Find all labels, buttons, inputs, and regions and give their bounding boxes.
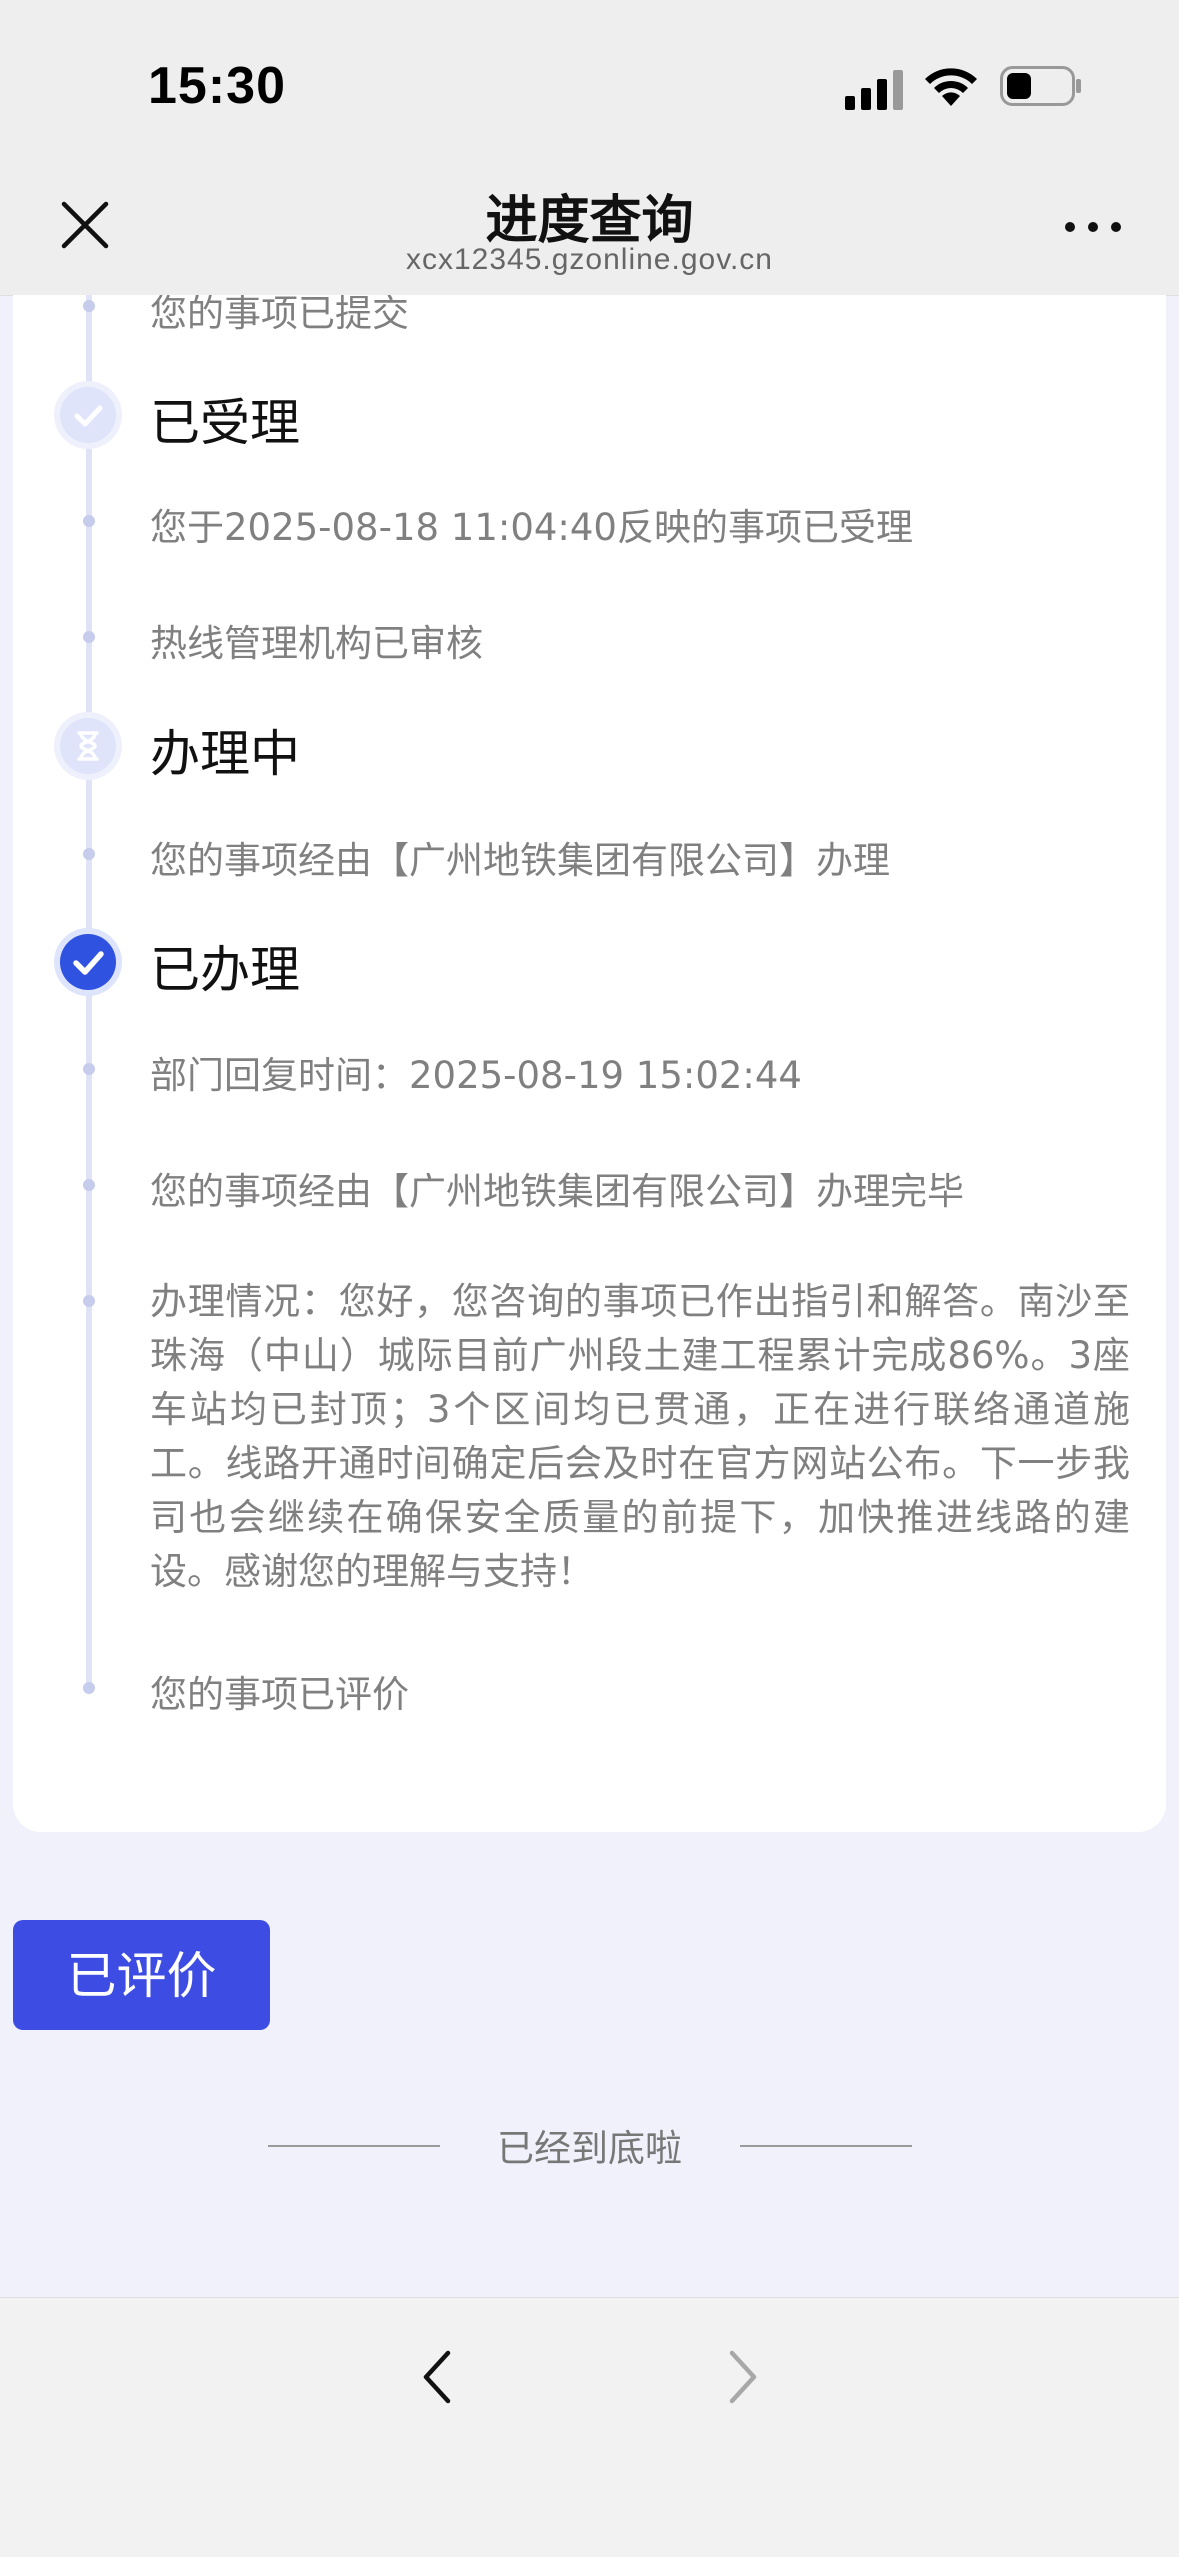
forward-arrow-icon[interactable]: [722, 2347, 762, 2407]
more-menu-icon[interactable]: [1065, 210, 1121, 240]
page-url: xcx12345.gzonline.gov.cn: [405, 243, 773, 276]
page-title: 进度查询: [485, 191, 694, 251]
timeline-item: 您于2025-08-18 11:04:40反映的事项已受理: [150, 506, 913, 549]
timeline-dot: [83, 1063, 95, 1075]
handling-details: 办理情况：您好，您咨询的事项已作出指引和解答。南沙至珠海（中山）城际目前广州段土…: [150, 1280, 1130, 1593]
timeline-dot: [83, 300, 95, 312]
rated-button[interactable]: 已评价: [13, 1920, 270, 2030]
timeline-item: 热线管理机构已审核: [150, 622, 483, 665]
stage-title-done: 已办理: [150, 941, 300, 999]
bottom-toolbar: [0, 2297, 1179, 2557]
timeline-item: 您的事项经由【广州地铁集团有限公司】办理完毕: [150, 1170, 964, 1213]
stage-title-processing: 办理中: [150, 725, 300, 783]
check-circle-icon: [60, 387, 116, 443]
hourglass-icon: [60, 718, 116, 774]
back-arrow-icon[interactable]: [418, 2347, 458, 2407]
stage-title-accepted: 已受理: [150, 394, 300, 452]
timeline-item: 您的事项经由【广州地铁集团有限公司】办理: [150, 839, 890, 882]
cellular-signal-icon: [845, 70, 903, 110]
timeline-item: 您的事项已评价: [150, 1673, 409, 1716]
reply-time: 部门回复时间：2025-08-19 15:02:44: [150, 1054, 802, 1097]
timeline-dot: [83, 631, 95, 643]
check-circle-filled-icon: [60, 934, 116, 990]
status-time: 15:30: [148, 57, 286, 115]
timeline-dot: [83, 515, 95, 527]
timeline-dot: [83, 1179, 95, 1191]
wifi-icon: [925, 68, 977, 106]
timeline-line: [86, 295, 92, 1690]
timeline-dot: [83, 1682, 95, 1694]
timeline-dot: [83, 1295, 95, 1307]
battery-icon: [1000, 66, 1081, 106]
timeline-dot: [83, 848, 95, 860]
end-of-list-text: 已经到底啦: [497, 2127, 682, 2170]
